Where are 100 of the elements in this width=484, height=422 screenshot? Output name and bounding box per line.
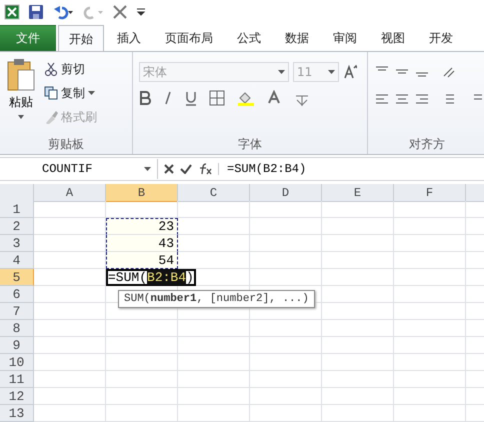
table-cell <box>322 235 394 252</box>
row-header[interactable]: 8 <box>0 320 34 337</box>
bold-icon[interactable] <box>139 90 151 106</box>
fill-color-icon[interactable] <box>237 90 255 106</box>
table-cell <box>394 337 466 354</box>
table-cell <box>250 252 322 269</box>
column-header[interactable]: D <box>250 184 322 202</box>
caret-icon[interactable] <box>144 166 151 172</box>
table-cell <box>394 371 466 388</box>
column-header[interactable]: E <box>322 184 394 202</box>
row-header[interactable]: 4 <box>0 252 34 269</box>
caret-icon[interactable] <box>17 113 25 121</box>
ribbon-tab[interactable]: 数据 <box>274 25 320 51</box>
table-cell <box>322 269 394 286</box>
table-cell <box>394 320 466 337</box>
caret-icon[interactable] <box>278 70 285 74</box>
ribbon-tab[interactable]: 公式 <box>226 25 272 51</box>
row-header[interactable]: 5 <box>0 269 34 286</box>
table-cell <box>106 371 178 388</box>
column-header[interactable]: B <box>106 184 178 202</box>
row-header[interactable]: 12 <box>0 388 34 405</box>
function-icon[interactable] <box>198 163 212 175</box>
ribbon-tab[interactable]: 插入 <box>106 25 152 51</box>
table-cell <box>178 218 250 235</box>
table-cell <box>322 405 394 422</box>
table-cell <box>178 337 250 354</box>
column-header[interactable]: A <box>34 184 106 202</box>
table-cell <box>322 286 394 303</box>
enter-icon[interactable] <box>180 164 192 174</box>
table-cell <box>250 405 322 422</box>
row-header[interactable]: 6 <box>0 286 34 303</box>
name-box[interactable]: COUNTIF <box>0 159 158 179</box>
caret-icon[interactable] <box>328 70 335 74</box>
ribbon-tab[interactable]: 开始 <box>58 25 104 51</box>
ribbon-tab[interactable]: 审阅 <box>322 25 368 51</box>
formula-text: ) <box>186 270 194 285</box>
undo-icon[interactable] <box>52 4 74 20</box>
table-cell: 23 <box>106 218 178 235</box>
row-header[interactable]: 11 <box>0 371 34 388</box>
copy-button[interactable]: 复制 <box>44 82 95 104</box>
table-cell <box>322 388 394 405</box>
table-cell <box>34 337 106 354</box>
group-label: 字体 <box>238 136 262 152</box>
table-cell <box>394 354 466 371</box>
table-cell <box>394 201 466 218</box>
table-cell <box>34 201 106 218</box>
excel-logo-icon[interactable] <box>4 4 20 20</box>
ribbon-tab[interactable]: 页面布局 <box>154 25 224 51</box>
formula-field[interactable]: =SUM(B2:B4) <box>219 162 484 176</box>
table-cell <box>34 405 106 422</box>
table-cell <box>322 371 394 388</box>
table-cell <box>394 405 466 422</box>
italic-icon[interactable] <box>163 90 173 106</box>
cancel-icon[interactable] <box>164 164 174 174</box>
table-cell <box>322 354 394 371</box>
row-header[interactable]: 1 <box>0 201 34 218</box>
row-header[interactable]: 7 <box>0 303 34 320</box>
table-cell <box>322 303 394 320</box>
table-cell <box>106 337 178 354</box>
table-cell <box>250 235 322 252</box>
table-cell <box>394 252 466 269</box>
caret-icon[interactable] <box>88 90 95 96</box>
column-header[interactable]: F <box>394 184 466 202</box>
table-cell <box>34 286 106 303</box>
table-cell <box>250 303 322 320</box>
group-label: 剪贴板 <box>48 136 84 152</box>
border-icon[interactable] <box>209 90 225 106</box>
table-cell <box>106 320 178 337</box>
row-header[interactable]: 13 <box>0 405 34 422</box>
row-header[interactable]: 3 <box>0 235 34 252</box>
table-cell: 54 <box>106 252 178 269</box>
font-color-icon[interactable] <box>267 90 281 106</box>
table-cell <box>106 388 178 405</box>
table-cell <box>250 371 322 388</box>
row-header[interactable]: 9 <box>0 337 34 354</box>
table-cell <box>250 388 322 405</box>
row-header[interactable]: 10 <box>0 354 34 371</box>
table-cell <box>394 388 466 405</box>
paste-icon[interactable] <box>6 58 36 92</box>
table-cell <box>34 388 106 405</box>
ribbon-tab[interactable]: 视图 <box>370 25 416 51</box>
column-header[interactable]: C <box>178 184 250 202</box>
table-cell <box>250 218 322 235</box>
grow-font-icon[interactable] <box>343 64 357 80</box>
function-tooltip: SUM(number1, [number2], ...) <box>118 290 315 308</box>
cut-button[interactable]: 剪切 <box>44 58 85 80</box>
formula-text: =SUM( <box>108 270 148 285</box>
table-cell <box>322 337 394 354</box>
brush-icon <box>44 110 58 124</box>
table-cell <box>394 286 466 303</box>
paste-button[interactable]: 粘贴 <box>9 94 33 111</box>
ribbon-tab[interactable]: 开发 <box>418 25 464 51</box>
save-icon[interactable] <box>28 4 44 20</box>
file-tab[interactable]: 文件 <box>0 25 56 51</box>
table-cell <box>34 320 106 337</box>
table-cell <box>250 354 322 371</box>
row-header[interactable]: 2 <box>0 218 34 235</box>
table-cell <box>178 405 250 422</box>
table-cell <box>106 354 178 371</box>
underline-icon[interactable] <box>185 90 197 106</box>
